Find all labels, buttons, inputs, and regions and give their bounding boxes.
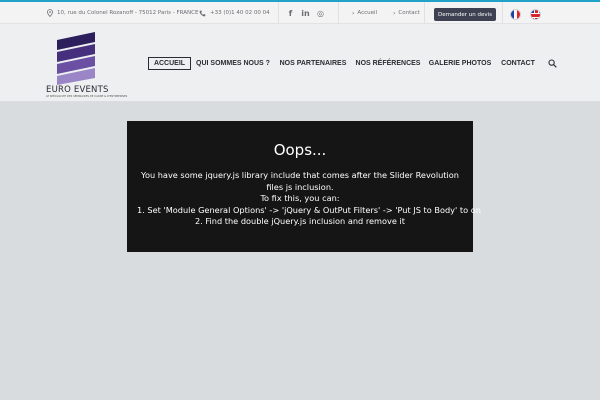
logo-emblem-icon	[57, 32, 95, 85]
separator	[424, 2, 425, 24]
request-quote-button[interactable]: Demander un devis	[434, 8, 496, 21]
nav-nos-partenaires[interactable]: NOS PARTENAIRES	[280, 57, 347, 70]
french-flag-icon[interactable]	[510, 9, 521, 20]
separator	[502, 2, 503, 24]
address-text: 10, rue du Colonel Rozanoff - 75012 Pari…	[57, 10, 199, 16]
nav-qui-sommes-nous[interactable]: QUI SOMMES NOUS ?	[196, 57, 270, 70]
error-line-1: You have some jquery.js library include …	[141, 170, 459, 192]
topbar-link-label: Accueil	[357, 10, 378, 16]
separator	[338, 2, 339, 24]
slider-error-box: Oops... You have some jquery.js library …	[127, 121, 481, 252]
nav-nos-references[interactable]: NOS RÉFÉRENCES	[356, 57, 421, 70]
location-pin-icon	[47, 9, 53, 17]
nav-accueil[interactable]: ACCUEIL	[148, 57, 191, 70]
chevron-right-icon: ›	[393, 9, 396, 17]
phone-icon	[199, 10, 206, 17]
top-bar: 10, rue du Colonel Rozanoff - 75012 Pari…	[0, 2, 600, 24]
error-title: Oops...	[273, 141, 327, 159]
search-icon[interactable]	[546, 57, 559, 70]
facebook-icon[interactable]: f	[286, 9, 295, 18]
linkedin-icon[interactable]: in	[301, 9, 310, 18]
topbar-link-contact[interactable]: › Contact	[393, 2, 420, 24]
main-header: EURO EVENTS LE SPÉCIALISTE DES SÉMINAIRE…	[0, 24, 600, 102]
nav-galerie-photos[interactable]: GALERIE PHOTOS	[429, 57, 492, 70]
phone[interactable]: +33 (0)1 40 02 00 04	[199, 2, 270, 24]
error-message: You have some jquery.js library include …	[137, 170, 481, 228]
social-links: f in ◎	[286, 2, 325, 24]
topbar-link-label: Contact	[398, 10, 420, 16]
phone-text: +33 (0)1 40 02 00 04	[210, 10, 270, 16]
topbar-link-accueil[interactable]: › Accueil	[352, 2, 377, 24]
instagram-icon[interactable]: ◎	[316, 9, 325, 18]
english-flag-icon[interactable]	[530, 9, 541, 20]
error-line-4: 2. Find the double jQuery.js inclusion a…	[194, 216, 406, 226]
nav-contact[interactable]: CONTACT	[501, 57, 535, 70]
error-line-2: To fix this, you can:	[260, 193, 340, 203]
logo-tagline: LE SPÉCIALISTE DES SÉMINAIRES DE CADRE &…	[46, 95, 128, 98]
logo-name: EURO EVENTS	[46, 85, 109, 95]
address: 10, rue du Colonel Rozanoff - 75012 Pari…	[47, 2, 198, 24]
error-line-3: 1. Set 'Module General Options' -> 'jQue…	[137, 204, 481, 215]
logo[interactable]: EURO EVENTS LE SPÉCIALISTE DES SÉMINAIRE…	[46, 30, 127, 100]
chevron-right-icon: ›	[352, 9, 355, 17]
separator	[278, 2, 279, 24]
